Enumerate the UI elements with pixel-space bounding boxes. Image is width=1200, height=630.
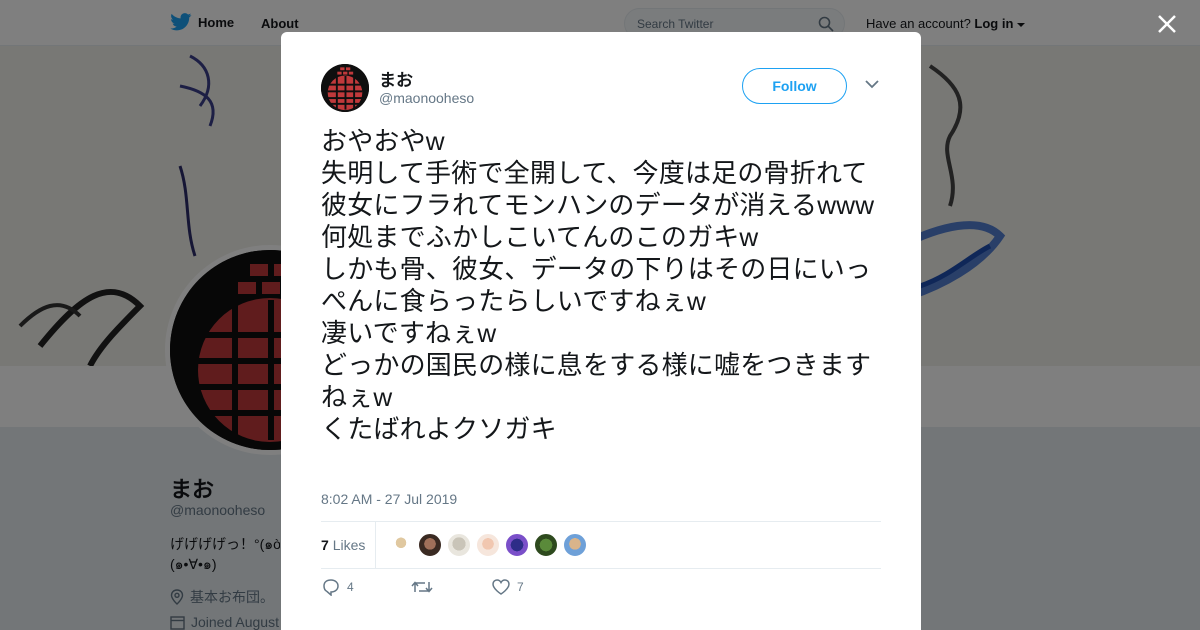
likes-count: 7 [321,537,329,553]
like-action[interactable]: 7 [491,578,524,596]
liker-avatar[interactable] [505,533,529,557]
like-count: 7 [517,580,524,594]
stat-divider [375,522,376,568]
tweet-author-handle[interactable]: @maonooheso [379,90,474,106]
retweet-action[interactable] [411,579,491,595]
tweet-stats: 7 Likes [321,521,881,569]
liker-avatars [389,533,587,557]
tweet-author-name[interactable]: まお [379,66,413,91]
tweet-author-avatar[interactable] [321,64,369,112]
close-button[interactable] [1155,12,1179,36]
chevron-down-icon[interactable] [865,80,879,89]
likes-label: Likes [332,537,366,553]
close-icon[interactable] [1155,12,1179,36]
retweet-icon[interactable] [411,579,433,595]
heart-icon[interactable] [491,578,511,596]
liker-avatar[interactable] [563,533,587,557]
liker-avatar[interactable] [534,533,558,557]
liker-avatar[interactable] [476,533,500,557]
reply-icon[interactable] [321,578,341,596]
reply-count: 4 [347,580,354,594]
tweet-actions: 4 7 [321,578,524,596]
likes-stat[interactable]: 7 Likes [321,537,365,553]
liker-avatar[interactable] [389,533,413,557]
liker-avatar[interactable] [418,533,442,557]
reply-action[interactable]: 4 [321,578,411,596]
liker-avatar[interactable] [447,533,471,557]
avatar-artwork [321,64,369,112]
tweet-text: おやおやw 失明して手術で全開して、今度は足の骨折れて彼女にフラれてモンハンのデ… [321,126,875,444]
follow-button[interactable]: Follow [742,68,847,104]
tweet-modal: まお @maonooheso Follow おやおやw 失明して手術で全開して、… [281,32,921,630]
tweet-timestamp[interactable]: 8:02 AM - 27 Jul 2019 [321,491,457,507]
